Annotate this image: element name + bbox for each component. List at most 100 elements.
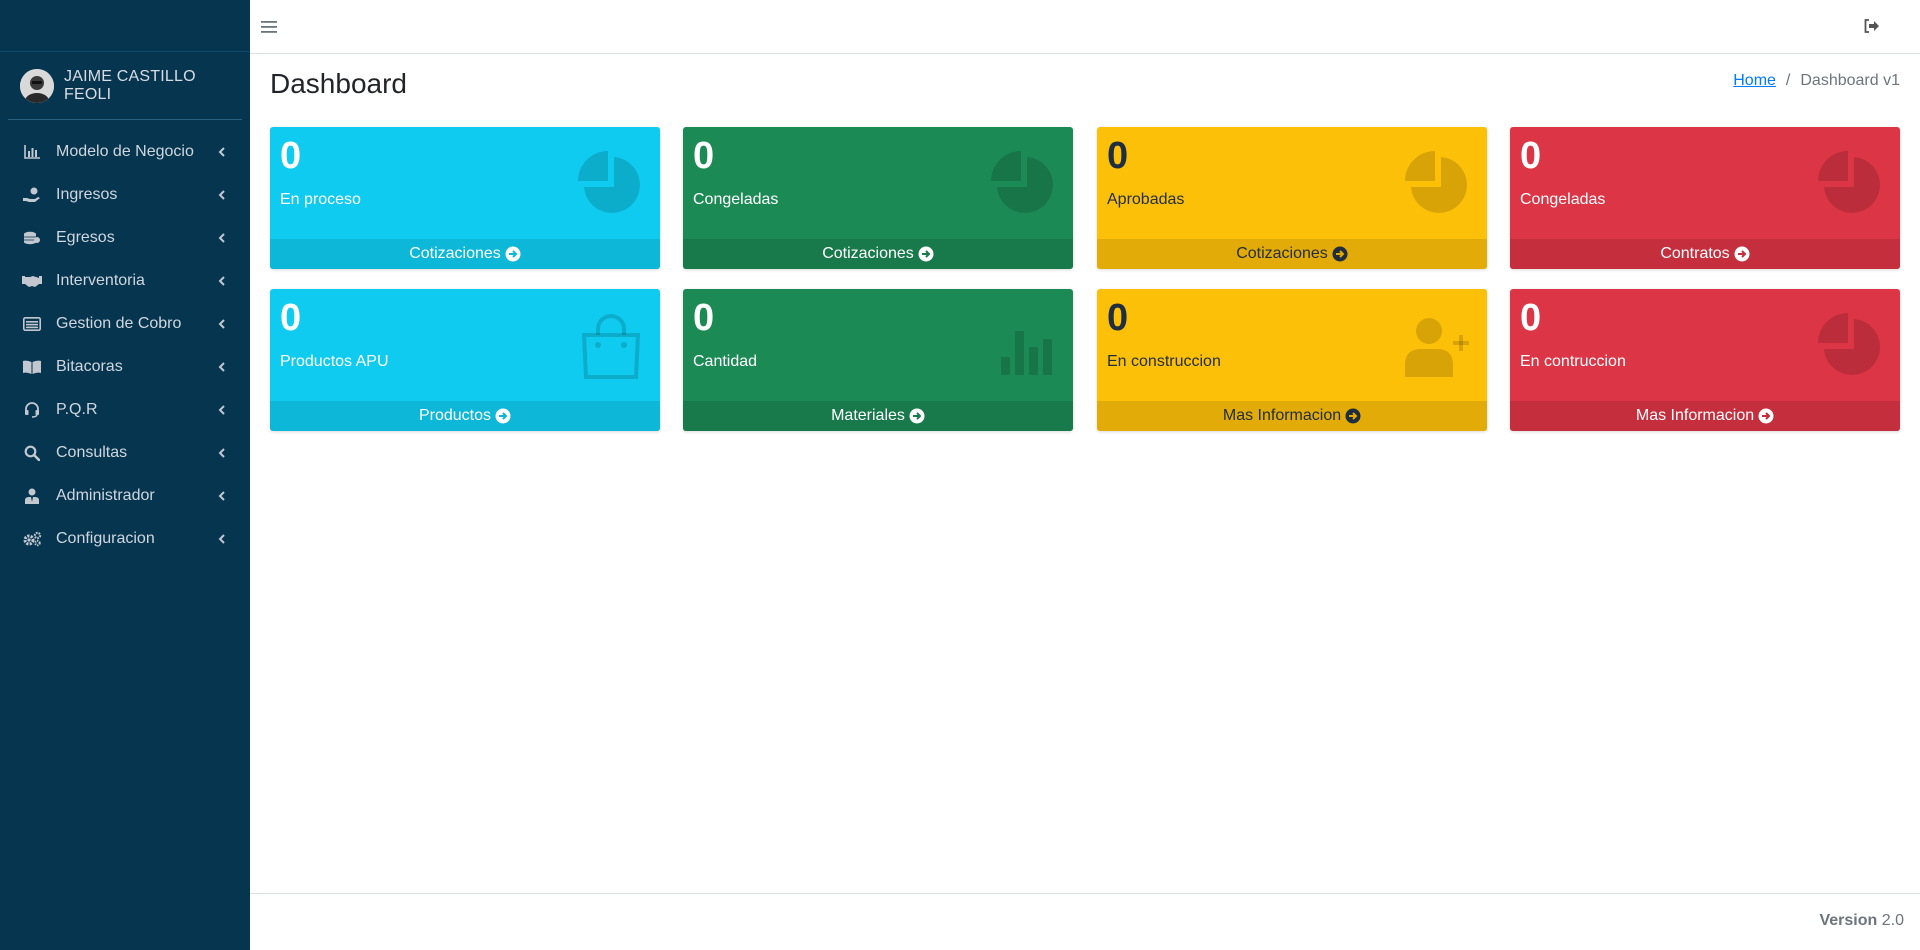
sidebar-item-bitacoras[interactable]: Bitacoras xyxy=(0,345,250,388)
sidebar-item-interventoria[interactable]: Interventoria xyxy=(0,259,250,302)
sidebar-item-administrador[interactable]: Administrador xyxy=(0,474,250,517)
small-box-en-construccion: 0 En construccion Mas Informacion xyxy=(1097,289,1487,431)
small-box-productos-apu: 0 Productos APU Productos xyxy=(270,289,660,431)
sidebar-item-egresos[interactable]: Egresos xyxy=(0,216,250,259)
breadcrumb-home-link[interactable]: Home xyxy=(1733,72,1776,90)
arrow-circle-right-icon xyxy=(1345,408,1361,424)
headset-icon xyxy=(22,400,42,420)
box-footer-link[interactable]: Cotizaciones xyxy=(683,239,1073,269)
box-footer-link[interactable]: Mas Informacion xyxy=(1097,401,1487,431)
hamburger-icon xyxy=(261,21,277,33)
box-value: 0 xyxy=(1520,135,1542,177)
user-panel[interactable]: JAIME CASTILLO FEOLI xyxy=(8,52,242,120)
chevron-left-icon xyxy=(218,404,225,415)
box-value: 0 xyxy=(280,297,302,339)
breadcrumb: Home / Dashboard v1 xyxy=(1733,72,1900,90)
bar-chart-icon xyxy=(1001,331,1052,375)
user-plus-icon xyxy=(1405,318,1469,377)
box-value: 0 xyxy=(1107,135,1129,177)
box-footer-link[interactable]: Productos xyxy=(270,401,660,431)
sidebar-item-label: Ingresos xyxy=(56,185,118,203)
box-footer-label: Mas Informacion xyxy=(1222,407,1342,424)
small-box-en-proceso: 0 En proceso Cotizaciones xyxy=(270,127,660,269)
box-label: En proceso xyxy=(280,191,361,208)
arrow-circle-right-icon xyxy=(909,408,925,424)
pie-chart-icon xyxy=(1818,313,1880,375)
sidebar-item-label: Consultas xyxy=(56,443,128,461)
small-box-congeladas: 0 Congeladas Cotizaciones xyxy=(683,127,1073,269)
small-box-aprobadas: 0 Aprobadas Cotizaciones xyxy=(1097,127,1487,269)
arrow-circle-right-icon xyxy=(505,246,521,262)
chevron-left-icon xyxy=(218,361,225,372)
list-alt-icon xyxy=(22,314,42,334)
box-label: En contruccion xyxy=(1520,353,1626,370)
version-number: 2.0 xyxy=(1881,912,1904,929)
box-value: 0 xyxy=(280,135,302,177)
pie-chart-icon xyxy=(1405,151,1467,213)
box-footer-link[interactable]: Cotizaciones xyxy=(1097,239,1487,269)
pie-chart-icon xyxy=(991,151,1053,213)
small-box-congeladas-contratos: 0 Congeladas Contratos xyxy=(1510,127,1900,269)
arrow-circle-right-icon xyxy=(918,246,934,262)
page-title: Dashboard xyxy=(270,68,407,99)
avatar[interactable] xyxy=(20,68,54,103)
chevron-left-icon xyxy=(218,318,225,329)
box-footer-label: Cotizaciones xyxy=(822,245,914,262)
sign-out-icon xyxy=(1864,19,1879,33)
box-footer-label: Productos xyxy=(418,407,492,424)
box-label: Cantidad xyxy=(693,353,758,370)
box-label: Congeladas xyxy=(1520,191,1606,208)
top-navbar xyxy=(250,0,1920,54)
sidebar-item-pqr[interactable]: P.Q.R xyxy=(0,388,250,431)
sidebar-item-ingresos[interactable]: Ingresos xyxy=(0,173,250,216)
box-label: Aprobadas xyxy=(1107,191,1185,208)
sidebar-item-configuracion[interactable]: Configuracion xyxy=(0,517,250,560)
logout-button[interactable] xyxy=(1860,14,1884,38)
chevron-left-icon xyxy=(218,146,225,157)
chart-bar-icon xyxy=(22,142,42,162)
box-footer-label: Contratos xyxy=(1660,245,1730,262)
chevron-left-icon xyxy=(218,232,225,243)
box-footer-link[interactable]: Contratos xyxy=(1510,239,1900,269)
cogs-icon xyxy=(22,529,42,549)
book-open-icon xyxy=(22,357,42,377)
hand-coin-icon xyxy=(22,185,42,205)
sidebar-nav: Modelo de Negocio Ingresos Egresos Inter… xyxy=(0,130,250,560)
box-footer-label: Cotizaciones xyxy=(1236,245,1328,262)
shopping-bag-icon xyxy=(581,314,641,379)
breadcrumb-current: Dashboard v1 xyxy=(1800,72,1900,89)
box-label: Productos APU xyxy=(280,353,389,370)
sidebar-item-label: Modelo de Negocio xyxy=(56,142,194,160)
sidebar-item-gestion-de-cobro[interactable]: Gestion de Cobro xyxy=(0,302,250,345)
pie-chart-icon xyxy=(1818,151,1880,213)
arrow-circle-right-icon xyxy=(1332,246,1348,262)
user-name[interactable]: JAIME CASTILLO FEOLI xyxy=(64,68,242,104)
sidebar-item-consultas[interactable]: Consultas xyxy=(0,431,250,474)
sidebar-item-label: Configuracion xyxy=(56,529,155,547)
box-footer-link[interactable]: Materiales xyxy=(683,401,1073,431)
box-label: En construccion xyxy=(1107,353,1221,370)
chevron-left-icon xyxy=(218,275,225,286)
chevron-left-icon xyxy=(218,189,225,200)
sidebar-item-label: Gestion de Cobro xyxy=(56,314,182,332)
box-footer-link[interactable]: Cotizaciones xyxy=(270,239,660,269)
search-icon xyxy=(22,443,42,463)
chevron-left-icon xyxy=(218,533,225,544)
chevron-left-icon xyxy=(218,447,225,458)
box-footer-label: Cotizaciones xyxy=(409,245,501,262)
menu-toggle-button[interactable] xyxy=(257,15,281,39)
arrow-circle-right-icon xyxy=(1734,246,1750,262)
coins-icon xyxy=(22,228,42,248)
box-footer-link[interactable]: Mas Informacion xyxy=(1510,401,1900,431)
version-info: Version 2.0 xyxy=(1819,912,1904,930)
sidebar-item-label: Administrador xyxy=(56,486,155,504)
sidebar-item-label: P.Q.R xyxy=(56,400,98,418)
sidebar-item-label: Bitacoras xyxy=(56,357,123,375)
version-label: Version xyxy=(1819,912,1878,929)
arrow-circle-right-icon xyxy=(1758,408,1774,424)
handshake-icon xyxy=(22,271,42,291)
content-wrapper: Dashboard Home / Dashboard v1 0 En proce… xyxy=(250,54,1920,893)
chevron-left-icon xyxy=(218,490,225,501)
sidebar: JAIME CASTILLO FEOLI Modelo de Negocio I… xyxy=(0,0,250,950)
sidebar-item-modelo-de-negocio[interactable]: Modelo de Negocio xyxy=(0,130,250,173)
